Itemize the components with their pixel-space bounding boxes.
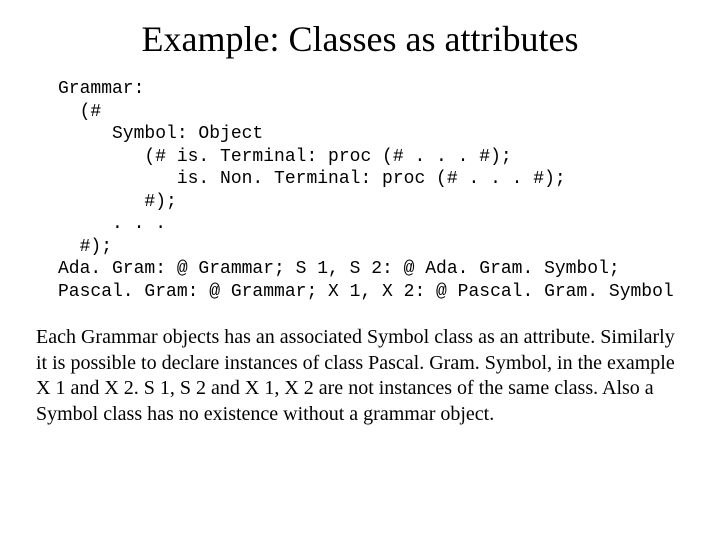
slide: Example: Classes as attributes Grammar: … [0,0,720,540]
code-block: Grammar: (# Symbol: Object (# is. Termin… [58,78,680,303]
body-text: Each Grammar objects has an associated S… [36,325,680,427]
page-title: Example: Classes as attributes [40,18,680,60]
